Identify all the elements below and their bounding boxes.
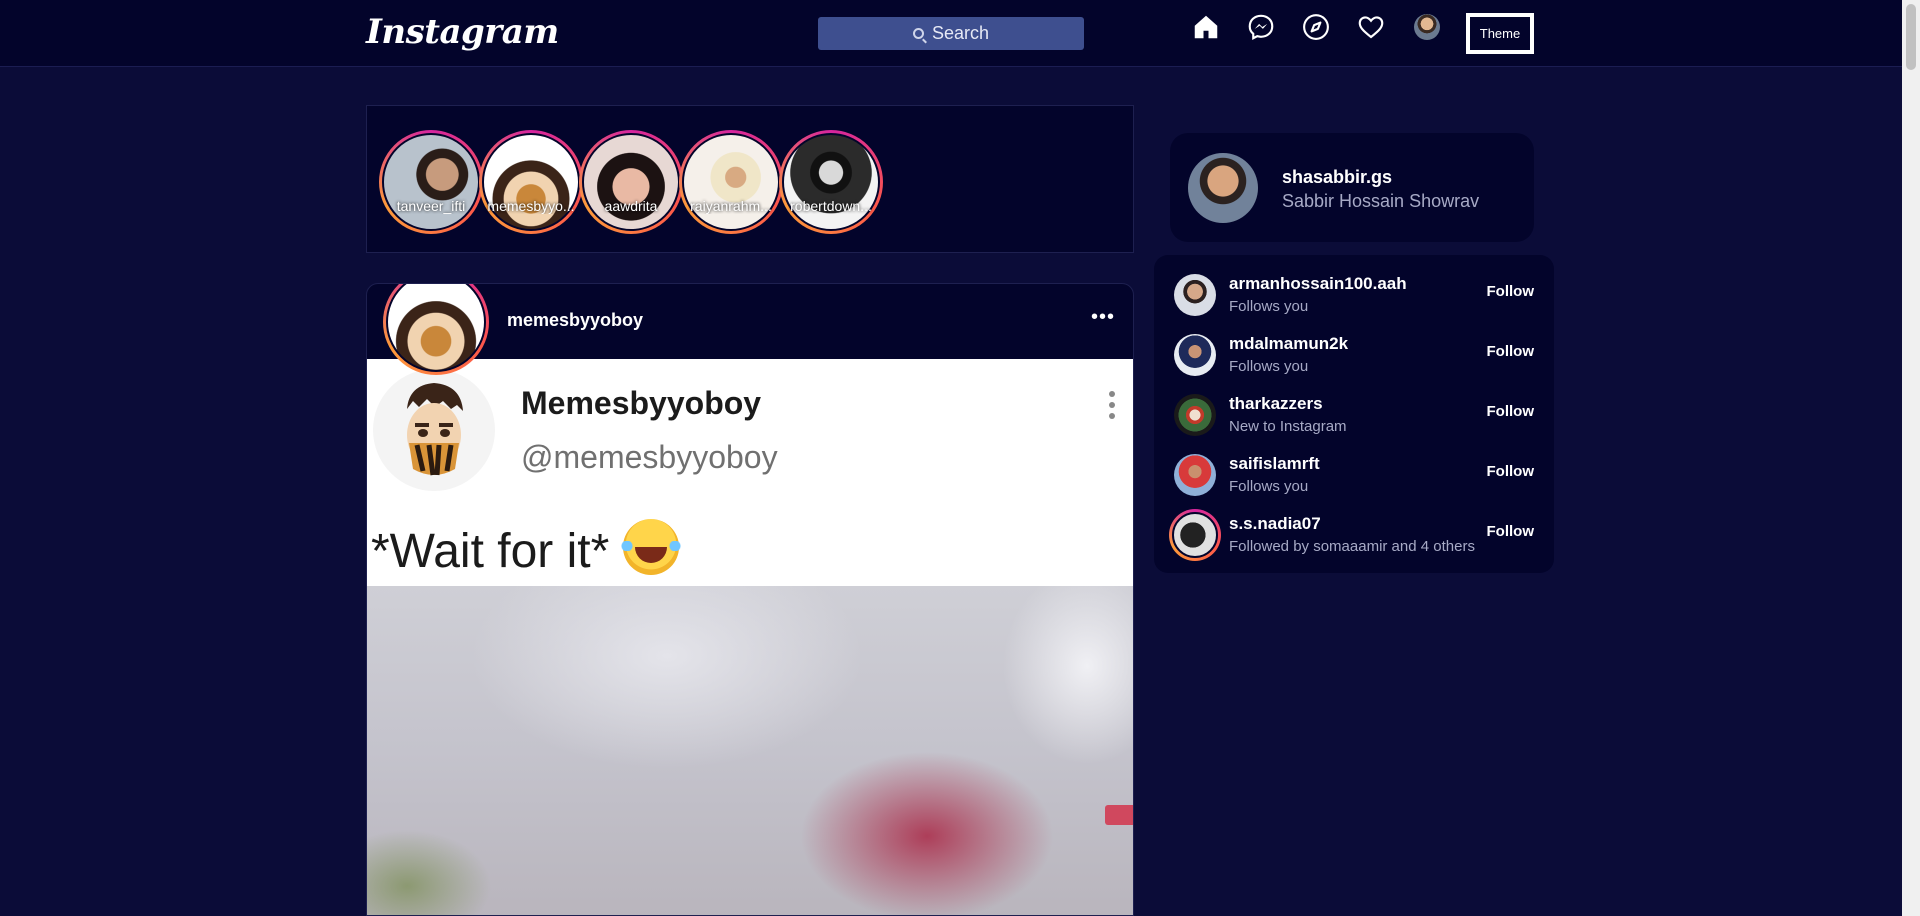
- suggestion-username[interactable]: saifislamrft: [1229, 454, 1320, 474]
- story-avatar: [682, 133, 780, 231]
- follow-button[interactable]: Follow: [1487, 463, 1535, 480]
- suggestion-item: mdalmamun2k Follows you Follow: [1154, 325, 1554, 385]
- post-video[interactable]: [367, 586, 1133, 915]
- top-navigation: Instagram Search Theme: [0, 0, 1902, 67]
- suggestion-item: tharkazzers New to Instagram Follow: [1154, 385, 1554, 445]
- stories-bar: tanveer_ifti memesbyyo... aawdrita raiya…: [366, 105, 1134, 253]
- tweet-text: *Wait for it*: [371, 519, 683, 579]
- suggestion-item: armanhossain100.aah Follows you Follow: [1154, 265, 1554, 325]
- suggestion-username[interactable]: tharkazzers: [1229, 394, 1323, 414]
- current-user-avatar[interactable]: [1188, 153, 1258, 223]
- story-avatar: [382, 133, 480, 231]
- suggestion-avatar[interactable]: [1174, 394, 1216, 436]
- explore-icon[interactable]: [1301, 12, 1331, 42]
- story-item[interactable]: memesbyyo...: [479, 130, 583, 234]
- suggestion-avatar[interactable]: [1174, 274, 1216, 316]
- more-options-icon[interactable]: •••: [1091, 307, 1115, 327]
- tweet-handle: @memesbyyoboy: [521, 439, 778, 475]
- post-author-username[interactable]: memesbyyoboy: [507, 310, 643, 331]
- search-placeholder: Search: [931, 23, 990, 43]
- search-icon: [912, 28, 924, 39]
- suggestion-subtitle: Follows you: [1229, 358, 1309, 375]
- suggestion-avatar[interactable]: [1174, 454, 1216, 496]
- suggestion-subtitle: New to Instagram: [1229, 418, 1347, 435]
- story-avatar: [582, 133, 680, 231]
- suggestion-subtitle: Follows you: [1229, 298, 1309, 315]
- post-header: memesbyyoboy •••: [367, 284, 1133, 375]
- feed-post: memesbyyoboy ••• Memesbyyoboy @memesbyyo…: [366, 283, 1134, 916]
- heart-icon[interactable]: [1356, 12, 1386, 42]
- follow-button[interactable]: Follow: [1487, 523, 1535, 540]
- video-overlay-label: [1105, 805, 1133, 825]
- current-user-username[interactable]: shasabbir.gs: [1282, 167, 1392, 188]
- suggestion-subtitle: Follows you: [1229, 478, 1309, 495]
- suggestion-username[interactable]: mdalmamun2k: [1229, 334, 1348, 354]
- suggestion-item: s.s.nadia07 Followed by somaaamir and 4 …: [1154, 505, 1554, 565]
- story-item[interactable]: tanveer_ifti: [379, 130, 483, 234]
- current-user-card: shasabbir.gs Sabbir Hossain Showrav: [1170, 133, 1534, 242]
- instagram-logo[interactable]: Instagram: [366, 12, 559, 52]
- suggestion-username[interactable]: s.s.nadia07: [1229, 514, 1321, 534]
- suggestion-avatar[interactable]: [1174, 334, 1216, 376]
- suggestion-subtitle: Followed by somaaamir and 4 others: [1229, 538, 1475, 555]
- tweet-avatar: [373, 369, 495, 491]
- story-username: memesbyyo...: [487, 198, 575, 214]
- theme-button-label: Theme: [1470, 17, 1530, 50]
- story-username: aawdrita: [604, 198, 658, 214]
- suggestion-avatar[interactable]: [1169, 509, 1221, 561]
- story-item[interactable]: aawdrita: [579, 130, 683, 234]
- story-avatar: [482, 133, 580, 231]
- suggestion-item: saifislamrft Follows you Follow: [1154, 445, 1554, 505]
- search-input[interactable]: Search: [818, 17, 1084, 50]
- story-username: robertdown...: [790, 198, 872, 214]
- current-user-fullname: Sabbir Hossain Showrav: [1282, 191, 1480, 211]
- story-item[interactable]: raiyanrahm...: [679, 130, 783, 234]
- scrollbar-thumb[interactable]: [1906, 4, 1916, 70]
- story-item[interactable]: robertdown...: [779, 130, 883, 234]
- follow-button[interactable]: Follow: [1487, 283, 1535, 300]
- story-username: raiyanrahm...: [690, 198, 772, 214]
- suggestions-list: armanhossain100.aah Follows you Follow m…: [1154, 255, 1554, 573]
- page-scrollbar[interactable]: [1902, 0, 1920, 916]
- home-icon[interactable]: [1191, 12, 1221, 42]
- tweet-text-content: *Wait for it*: [371, 525, 610, 578]
- story-avatar: [782, 133, 880, 231]
- messenger-icon[interactable]: [1246, 12, 1276, 42]
- profile-avatar-icon[interactable]: [1414, 14, 1440, 40]
- theme-button[interactable]: Theme: [1466, 13, 1534, 54]
- follow-button[interactable]: Follow: [1487, 403, 1535, 420]
- follow-button[interactable]: Follow: [1487, 343, 1535, 360]
- tweet-display-name: Memesbyyoboy: [521, 385, 762, 421]
- story-username: tanveer_ifti: [396, 198, 466, 214]
- tweet-more-icon: [1109, 391, 1115, 424]
- post-image-tweet: Memesbyyoboy @memesbyyoboy *Wait for it*: [367, 359, 1133, 586]
- suggestion-username[interactable]: armanhossain100.aah: [1229, 274, 1407, 294]
- laughing-emoji-icon: [618, 519, 683, 575]
